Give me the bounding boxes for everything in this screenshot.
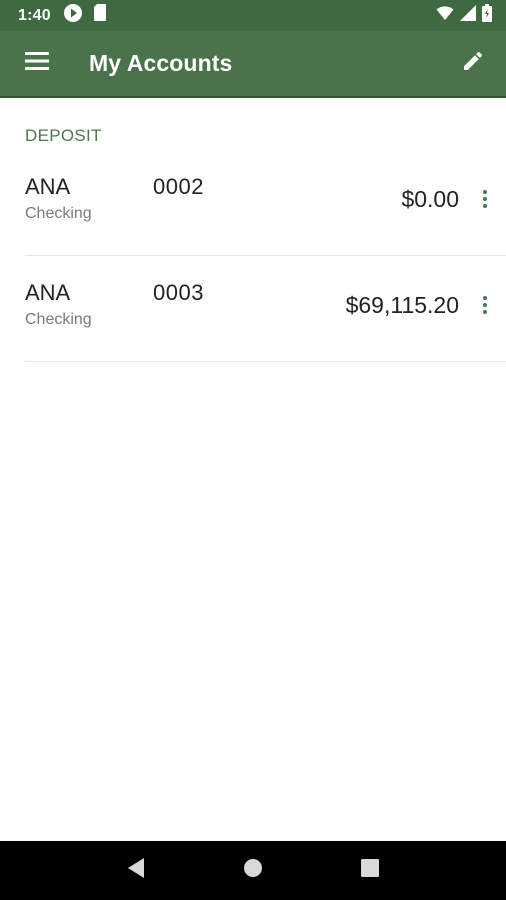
home-button[interactable] bbox=[229, 847, 277, 895]
status-right-icons bbox=[436, 4, 492, 27]
accounts-screen: 1:40 My Accounts DEPOSIT ANA Checking 00… bbox=[0, 0, 506, 900]
more-vert-icon-dot bbox=[483, 310, 487, 314]
app-bar: My Accounts bbox=[0, 31, 506, 98]
recents-square-icon bbox=[360, 858, 380, 883]
status-bar: 1:40 bbox=[0, 0, 506, 31]
back-triangle-icon bbox=[126, 857, 146, 884]
account-number: 0002 bbox=[153, 174, 204, 199]
edit-button[interactable] bbox=[456, 47, 490, 81]
pencil-edit-icon bbox=[461, 49, 485, 78]
more-options-button[interactable] bbox=[474, 290, 496, 320]
battery-icon bbox=[482, 4, 492, 27]
menu-button[interactable] bbox=[20, 47, 54, 81]
more-vert-icon-dot bbox=[483, 204, 487, 208]
back-button[interactable] bbox=[112, 847, 160, 895]
home-circle-icon bbox=[242, 857, 264, 884]
page-title: My Accounts bbox=[89, 50, 233, 76]
wifi-icon bbox=[436, 5, 454, 26]
play-circle-icon bbox=[63, 3, 83, 28]
recents-button[interactable] bbox=[346, 847, 394, 895]
account-balance: $69,115.20 bbox=[345, 292, 459, 318]
more-vert-icon-dot bbox=[483, 197, 487, 201]
account-number: 0003 bbox=[153, 280, 204, 305]
signal-icon bbox=[460, 5, 476, 26]
account-name: ANA bbox=[25, 280, 71, 305]
account-type: Checking bbox=[25, 311, 92, 328]
system-nav-bar bbox=[0, 841, 506, 900]
more-vert-icon-dot bbox=[483, 296, 487, 300]
status-time: 1:40 bbox=[18, 6, 51, 24]
account-row[interactable]: ANA Checking 0002 $0.00 bbox=[25, 150, 506, 256]
account-name: ANA bbox=[25, 174, 71, 199]
status-left-icons bbox=[63, 3, 107, 28]
more-vert-icon-dot bbox=[483, 303, 487, 307]
sd-card-icon bbox=[93, 4, 107, 27]
account-row[interactable]: ANA Checking 0003 $69,115.20 bbox=[25, 256, 506, 362]
account-type: Checking bbox=[25, 205, 92, 222]
account-balance: $0.00 bbox=[401, 186, 459, 212]
more-options-button[interactable] bbox=[474, 184, 496, 214]
section-header-deposit: DEPOSIT bbox=[25, 126, 102, 145]
hamburger-menu-icon bbox=[25, 52, 49, 75]
more-vert-icon-dot bbox=[483, 190, 487, 194]
